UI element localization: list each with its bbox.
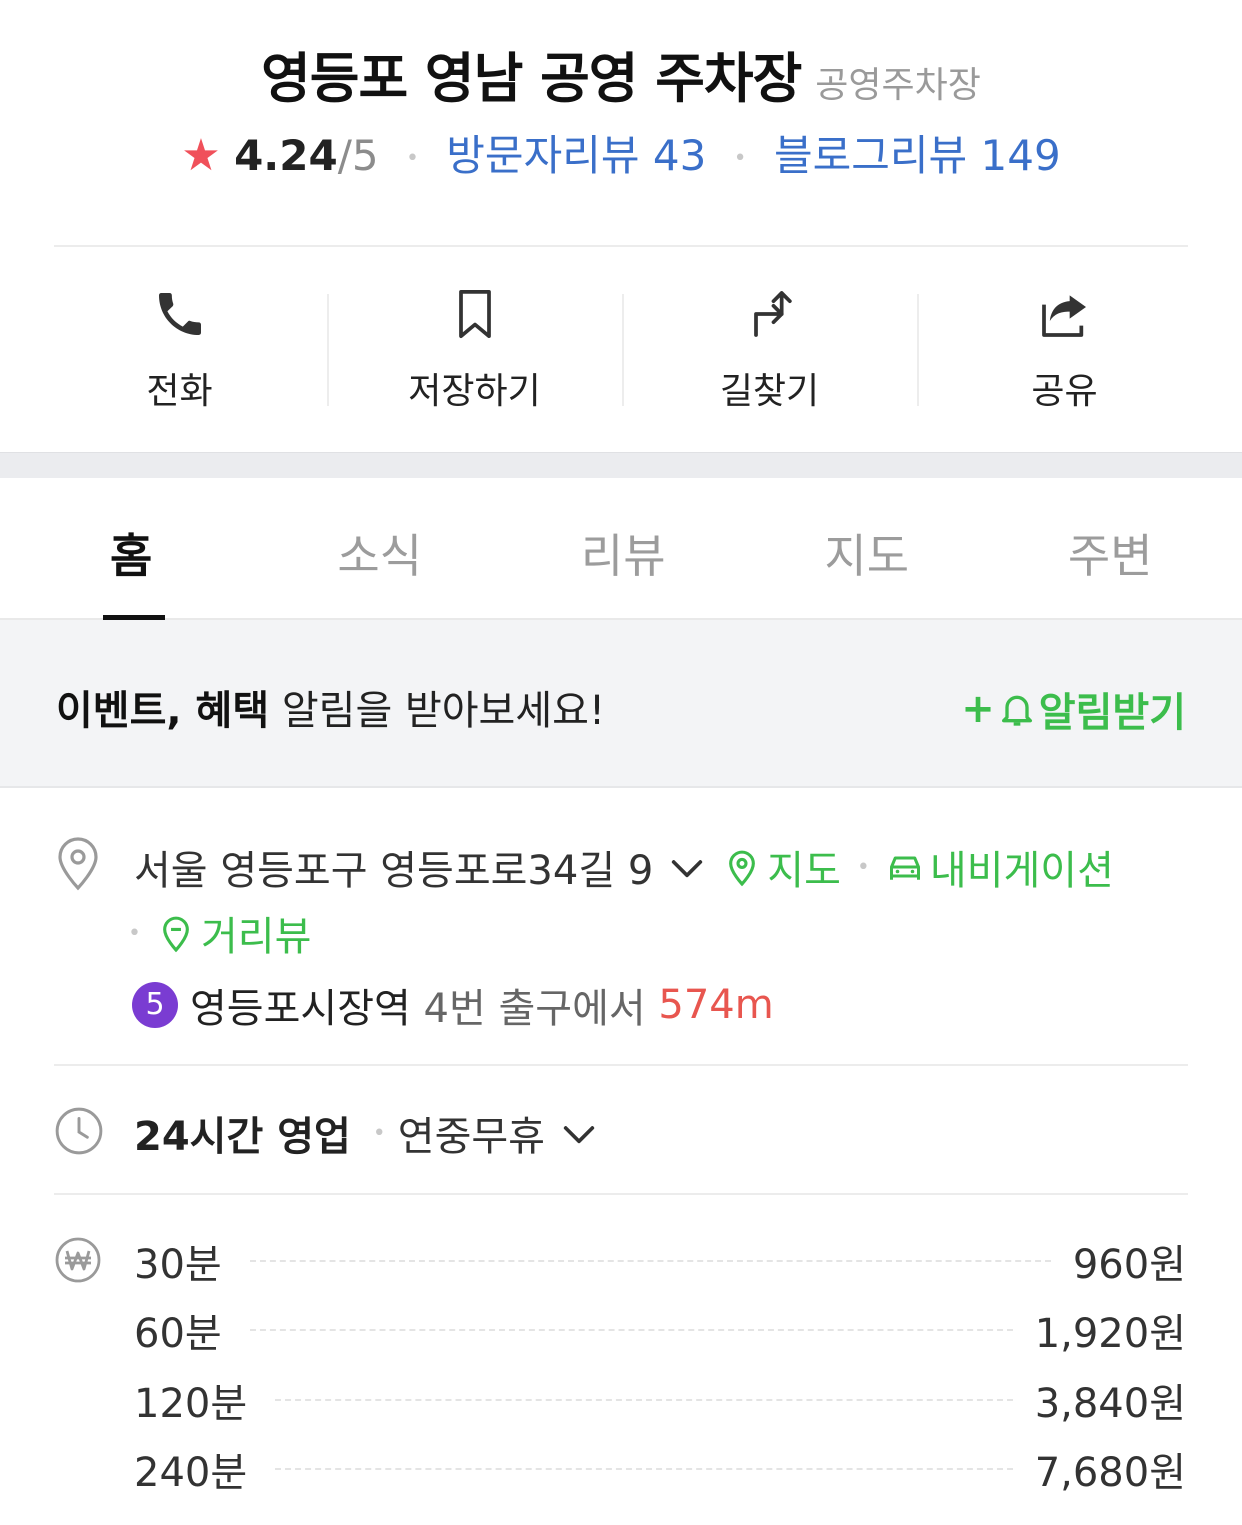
subway-row: 5 영등포시장역 4번 출구에서 574m: [132, 976, 774, 1034]
hours-holiday: 연중무휴: [397, 1114, 545, 1160]
separator-dot: •: [372, 1120, 386, 1146]
price-row: 120분 3,840원: [134, 1375, 1186, 1427]
price-row: 240분 7,680원: [134, 1444, 1186, 1496]
phone-icon: [158, 293, 201, 335]
visitor-reviews-link[interactable]: 방문자리뷰 43: [446, 131, 706, 180]
separator-dot: •: [733, 146, 747, 171]
subway-exit: 4번 출구에서: [410, 986, 659, 1032]
price-duration: 120분: [134, 1381, 248, 1427]
price-amount: 3,840원: [1034, 1381, 1186, 1427]
tab-reviews[interactable]: 리뷰: [502, 478, 746, 618]
share-label: 공유: [1031, 371, 1098, 412]
place-category: 공영주차장: [815, 65, 981, 106]
dotted-leader: [249, 1329, 1013, 1331]
separator-dot: •: [856, 854, 870, 880]
street-view-link[interactable]: 거리뷰: [201, 904, 311, 962]
notification-banner: 이벤트, 혜택 알림을 받아보세요! + 알림받기: [0, 620, 1242, 788]
separator-dot: •: [405, 146, 419, 171]
price-row: 60분 1,920원: [134, 1305, 1186, 1357]
divider: [54, 1193, 1188, 1195]
separator-dot: •: [128, 920, 141, 946]
chevron-down-icon: [563, 1126, 595, 1144]
divider: [54, 245, 1188, 247]
plus-sign: +: [961, 686, 995, 732]
price-row: 30분 960원: [134, 1236, 1186, 1288]
subscribe-alerts-button[interactable]: + 알림받기: [961, 680, 1186, 738]
price-amount: 960원: [1072, 1242, 1186, 1288]
chevron-down-icon[interactable]: [667, 852, 707, 882]
dotted-leader: [249, 1260, 1051, 1262]
share-button[interactable]: 공유: [917, 286, 1212, 412]
subway-line-badge: 5: [132, 982, 178, 1028]
notification-text: 이벤트, 혜택 알림을 받아보세요!: [56, 678, 605, 736]
dotted-leader: [275, 1468, 1013, 1470]
address-row-2: • 거리뷰: [128, 904, 311, 962]
tab-bar: 홈 소식 리뷰 지도 주변: [0, 478, 1242, 620]
street-view-icon: [163, 916, 189, 953]
price-duration: 30분: [134, 1242, 222, 1288]
navigation-link[interactable]: 내비게이션: [930, 838, 1114, 896]
divider: [54, 1064, 1188, 1066]
rating-max: /5: [337, 131, 379, 180]
save-label: 저장하기: [408, 371, 541, 412]
subway-station: 영등포시장역: [190, 986, 411, 1032]
price-duration: 240분: [134, 1450, 248, 1496]
address-row: 서울 영등포구 영등포로34길 9 지도 • 내비게이션: [134, 838, 1114, 896]
blog-reviews-link[interactable]: 블로그리뷰 149: [774, 131, 1061, 180]
address-text: 서울 영등포구 영등포로34길 9: [134, 848, 654, 894]
bell-icon: [1001, 695, 1032, 726]
bookmark-icon: [458, 289, 491, 339]
clock-icon: [55, 1107, 103, 1155]
save-button[interactable]: 저장하기: [327, 286, 622, 412]
title-row: 영등포 영남 공영 주차장 공영주차장: [0, 34, 1242, 113]
dotted-leader: [275, 1399, 1013, 1401]
tab-nearby[interactable]: 주변: [989, 478, 1233, 618]
action-bar: 전화 저장하기 길찾기 공유: [32, 286, 1212, 412]
place-title: 영등포 영남 공영 주차장: [261, 47, 802, 110]
section-spacer: [0, 452, 1242, 478]
subway-distance: 574m: [658, 982, 774, 1028]
tab-news[interactable]: 소식: [258, 478, 502, 618]
notification-bold: 이벤트, 혜택: [56, 688, 270, 734]
price-duration: 60분: [134, 1311, 222, 1357]
rating-value: 4.24: [234, 131, 338, 180]
share-icon: [1041, 295, 1086, 337]
won-icon: [55, 1237, 101, 1283]
call-button[interactable]: 전화: [32, 286, 327, 412]
price-amount: 7,680원: [1034, 1450, 1186, 1496]
subscribe-label: 알림받기: [1038, 690, 1186, 736]
location-pin-icon: [58, 837, 98, 891]
rating-row: ★ 4.24/5 • 방문자리뷰 43 • 블로그리뷰 149: [0, 122, 1242, 183]
map-pin-icon: [729, 850, 756, 887]
star-icon: ★: [181, 130, 221, 181]
directions-label: 길찾기: [719, 371, 820, 412]
tab-home[interactable]: 홈: [10, 478, 258, 618]
tab-map[interactable]: 지도: [745, 478, 989, 618]
hours-status: 24시간 영업: [134, 1114, 351, 1160]
map-link[interactable]: 지도: [767, 838, 841, 896]
car-icon: [889, 856, 920, 880]
directions-icon: [753, 291, 792, 337]
call-label: 전화: [146, 371, 213, 412]
place-header: 영등포 영남 공영 주차장 공영주차장 ★ 4.24/5 • 방문자리뷰 43 •…: [0, 0, 1242, 246]
notification-rest: 알림을 받아보세요!: [269, 688, 605, 734]
hours-row[interactable]: 24시간 영업 • 연중무휴: [134, 1104, 599, 1162]
price-amount: 1,920원: [1034, 1311, 1186, 1357]
directions-button[interactable]: 길찾기: [622, 286, 917, 412]
